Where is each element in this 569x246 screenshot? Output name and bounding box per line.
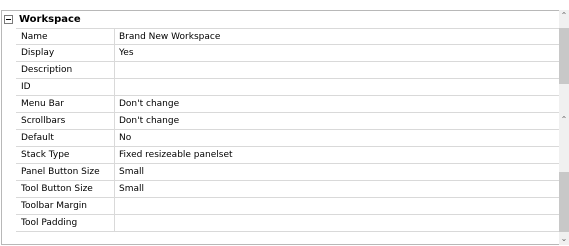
property-row[interactable]: Tool Button Size Small bbox=[16, 181, 560, 198]
property-name: Default bbox=[16, 130, 115, 146]
property-value[interactable]: Brand New Workspace bbox=[115, 29, 560, 44]
property-row[interactable]: Name Brand New Workspace bbox=[16, 28, 560, 45]
property-value[interactable]: No bbox=[115, 130, 560, 146]
property-rows: Name Brand New Workspace Display Yes Des… bbox=[16, 28, 560, 232]
property-grid[interactable]: Workspace Name Brand New Workspace Displ… bbox=[1, 10, 569, 245]
property-value[interactable]: Small bbox=[115, 181, 560, 197]
property-name: Menu Bar bbox=[16, 96, 115, 112]
property-value[interactable]: Don't change bbox=[115, 96, 560, 112]
property-row[interactable]: Default No bbox=[16, 130, 560, 147]
collapse-toggle-icon[interactable] bbox=[4, 15, 13, 24]
property-row[interactable]: Menu Bar Don't change bbox=[16, 96, 560, 113]
property-row[interactable]: Panel Button Size Small bbox=[16, 164, 560, 181]
property-row[interactable]: Display Yes bbox=[16, 45, 560, 62]
property-name: Description bbox=[16, 62, 115, 78]
property-row[interactable]: Scrollbars Don't change bbox=[16, 113, 560, 130]
property-value[interactable] bbox=[115, 198, 560, 214]
category-title: Workspace bbox=[19, 14, 81, 25]
category-header-workspace[interactable]: Workspace bbox=[2, 11, 560, 28]
property-row[interactable]: Stack Type Fixed resizeable panelset bbox=[16, 147, 560, 164]
scrollbar-thumb-lower[interactable] bbox=[559, 172, 569, 232]
property-name: Tool Button Size bbox=[16, 181, 115, 197]
property-name: Tool Padding bbox=[16, 215, 115, 231]
vertical-scrollbar[interactable]: ⌃ ⌃ ⌄ bbox=[559, 10, 569, 245]
chevron-down-icon[interactable]: ⌄ bbox=[560, 235, 568, 243]
chevron-up-icon[interactable]: ⌃ bbox=[560, 116, 568, 124]
property-value[interactable] bbox=[115, 62, 560, 78]
property-row[interactable]: Toolbar Margin bbox=[16, 198, 560, 215]
property-name: Display bbox=[16, 45, 115, 61]
scrollbar-thumb-upper[interactable] bbox=[559, 28, 569, 84]
property-value[interactable]: Yes bbox=[115, 45, 560, 61]
property-value[interactable] bbox=[115, 215, 560, 231]
property-name: Toolbar Margin bbox=[16, 198, 115, 214]
property-name: ID bbox=[16, 79, 115, 95]
property-value[interactable] bbox=[115, 79, 560, 95]
property-name: Stack Type bbox=[16, 147, 115, 163]
property-row[interactable]: Tool Padding bbox=[16, 215, 560, 232]
property-value[interactable]: Don't change bbox=[115, 113, 560, 129]
property-row[interactable]: Description bbox=[16, 62, 560, 79]
property-value[interactable]: Fixed resizeable panelset bbox=[115, 147, 560, 163]
property-name: Scrollbars bbox=[16, 113, 115, 129]
chevron-up-icon[interactable]: ⌃ bbox=[560, 12, 568, 20]
property-name: Panel Button Size bbox=[16, 164, 115, 180]
property-value[interactable]: Small bbox=[115, 164, 560, 180]
property-row[interactable]: ID bbox=[16, 79, 560, 96]
property-name: Name bbox=[16, 29, 115, 44]
